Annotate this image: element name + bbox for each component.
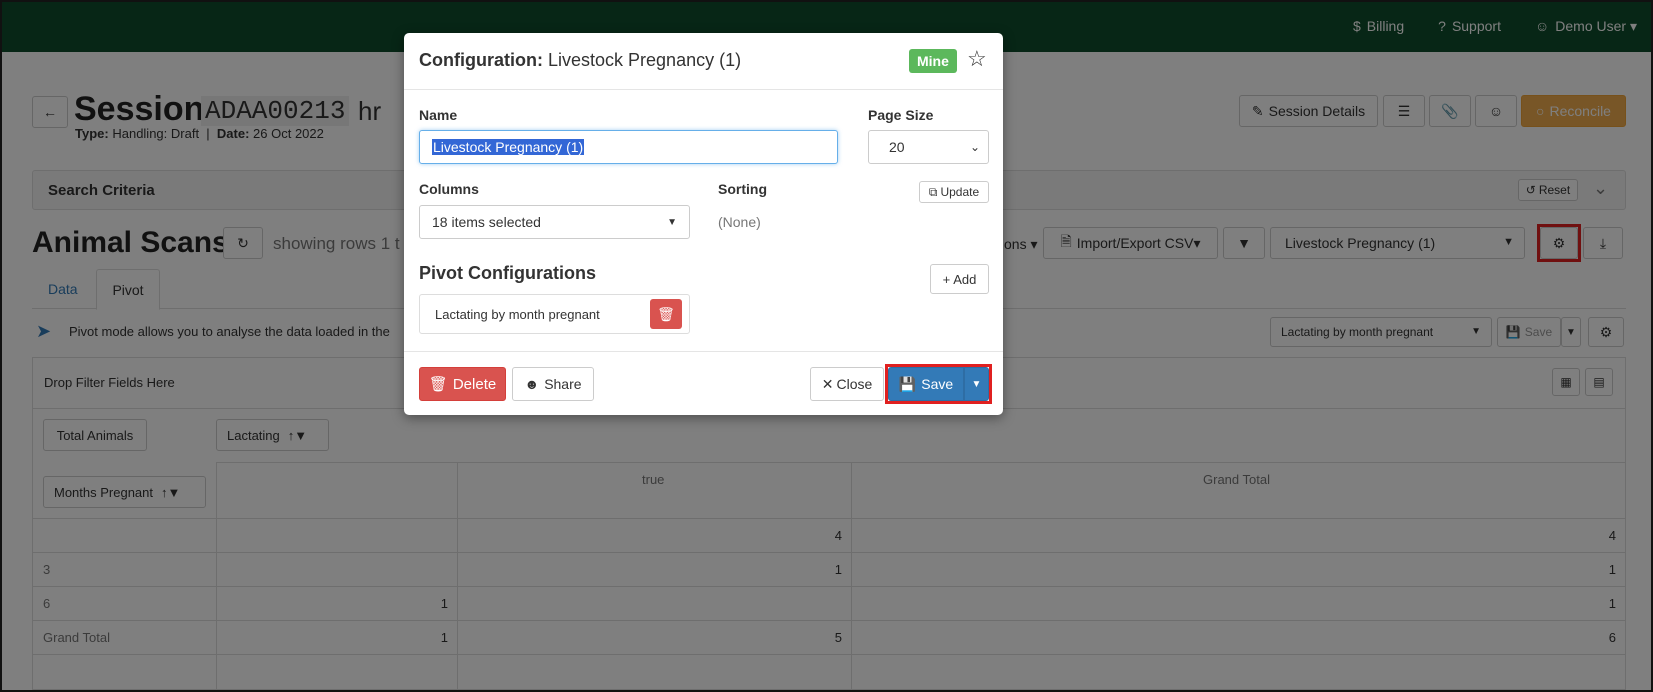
modal-title: Configuration: Livestock Pregnancy (1) (419, 50, 742, 70)
users-icon: ☻ (524, 376, 540, 392)
modal-header: Configuration: Livestock Pregnancy (1) M… (404, 33, 1003, 90)
star-icon[interactable]: ☆ (967, 46, 987, 72)
sorting-value: (None) (718, 214, 761, 230)
page-size-select[interactable]: 20 ⌄ (868, 130, 989, 164)
plus-icon: + (942, 271, 951, 287)
delete-button[interactable]: 🗑 Delete (419, 367, 506, 401)
chevron-down-icon: ⌄ (969, 140, 980, 154)
name-field[interactable]: Livestock Pregnancy (1) (419, 130, 838, 164)
caret-down-icon: ▼ (667, 217, 677, 228)
update-button[interactable]: ⧉ Update (919, 181, 989, 203)
share-button[interactable]: ☻ Share (512, 367, 594, 401)
page-size-label: Page Size (868, 107, 934, 123)
mine-badge: Mine (909, 49, 957, 73)
delete-pivot-button[interactable]: 🗑 (650, 299, 682, 329)
close-icon: ✕ (821, 375, 834, 392)
sorting-label: Sorting (718, 181, 767, 197)
columns-label: Columns (419, 181, 479, 197)
highlight-save (885, 364, 992, 404)
pivot-config-item[interactable]: Lactating by month pregnant 🗑 (419, 294, 690, 334)
trash-icon: 🗑 (657, 305, 675, 322)
modal-footer: 🗑 Delete ☻ Share ✕ Close 💾 Save ▼ (404, 351, 1003, 415)
add-pivot-button[interactable]: + Add (930, 264, 989, 294)
close-button[interactable]: ✕ Close (810, 367, 884, 401)
pivot-configurations-title: Pivot Configurations (419, 263, 596, 283)
configuration-modal: Configuration: Livestock Pregnancy (1) M… (404, 33, 1003, 415)
columns-select[interactable]: 18 items selected ▼ (419, 205, 690, 239)
pivot-config-item-label: Lactating by month pregnant (435, 307, 600, 322)
trash-icon: 🗑 (428, 376, 448, 393)
copy-icon: ⧉ (928, 184, 938, 199)
name-label: Name (419, 107, 458, 123)
